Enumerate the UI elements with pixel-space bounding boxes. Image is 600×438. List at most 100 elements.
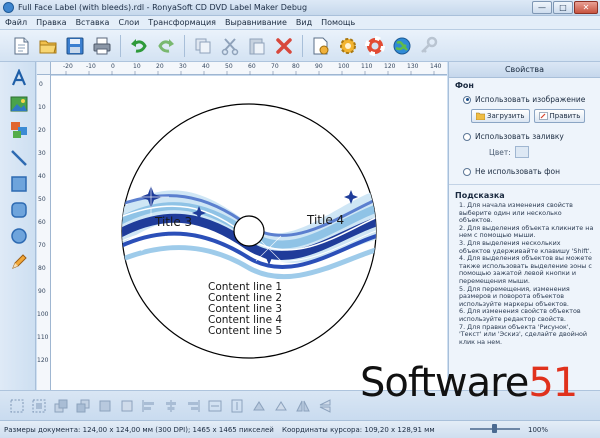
print-button[interactable] <box>91 35 113 57</box>
paste-icon <box>249 38 265 54</box>
ruler-label: 110 <box>37 334 49 341</box>
ruler-label: 0 <box>39 81 43 88</box>
redo-button[interactable] <box>155 35 177 57</box>
menu-insert[interactable]: Вставка <box>76 18 110 27</box>
menu-layers[interactable]: Слои <box>118 18 139 27</box>
window-title: Full Face Label (with bleeds).rdl - Rony… <box>18 3 308 12</box>
cursor-coordinates-status: Координаты курсора: 109,20 x 128,91 мм <box>282 425 435 434</box>
fill-color-swatch[interactable] <box>514 146 529 158</box>
paste-button[interactable] <box>246 35 268 57</box>
pencil-icon <box>12 254 27 269</box>
ellipse-tool[interactable] <box>9 226 29 246</box>
content-lines[interactable]: Content line 1 Content line 2 Content li… <box>208 281 282 337</box>
copy-button[interactable] <box>192 35 214 57</box>
rounded-rectangle-tool[interactable] <box>9 200 29 220</box>
rotate-left-button[interactable] <box>250 397 268 415</box>
menu-transform[interactable]: Трансформация <box>148 18 216 27</box>
bring-front-button[interactable] <box>52 397 70 415</box>
printer-icon <box>93 37 111 54</box>
fit-width-button[interactable] <box>206 397 224 415</box>
delete-icon <box>276 37 292 54</box>
use-image-option[interactable]: Использовать изображение <box>449 93 600 106</box>
color-label: Цвет: <box>489 147 511 157</box>
menu-file[interactable]: Файл <box>5 18 27 27</box>
cut-button[interactable] <box>219 35 241 57</box>
rotate-right-button[interactable] <box>272 397 290 415</box>
ruler-label: 130 <box>407 63 419 70</box>
maximize-button[interactable]: □ <box>553 1 573 14</box>
fit-height-button[interactable] <box>228 397 246 415</box>
hint-item: 6. Для изменения свойств объектов исполь… <box>459 307 581 323</box>
ruler-label: 80 <box>292 63 300 70</box>
send-backward-button[interactable] <box>118 397 136 415</box>
title-3-text[interactable]: Title 3 <box>154 215 192 229</box>
undo-button[interactable] <box>128 35 150 57</box>
save-button[interactable] <box>64 35 86 57</box>
toolbar-separator <box>120 34 121 57</box>
menu-bar: Файл Правка Вставка Слои Трансформация В… <box>0 16 600 30</box>
pencil-tool[interactable] <box>9 252 29 272</box>
image-tool[interactable] <box>9 94 29 114</box>
fit-width-icon <box>208 400 222 411</box>
text-tool[interactable] <box>9 68 29 88</box>
select-group-button[interactable] <box>30 397 48 415</box>
flip-horizontal-button[interactable] <box>294 397 312 415</box>
ruler-label: 20 <box>156 63 164 70</box>
document-properties-button[interactable] <box>310 35 332 57</box>
ruler-label: 10 <box>133 63 141 70</box>
help-button[interactable] <box>364 35 386 57</box>
menu-align[interactable]: Выравнивание <box>225 18 287 27</box>
status-bar: Размеры документа: 124,00 x 124,00 мм (3… <box>0 420 600 438</box>
edit-image-label: Править <box>549 112 581 120</box>
menu-view[interactable]: Вид <box>296 18 312 27</box>
label-canvas[interactable]: Title 3 Title 4 Content line 1 Content l… <box>51 76 447 390</box>
menu-edit[interactable]: Правка <box>36 18 66 27</box>
ruler-label: 50 <box>38 196 46 203</box>
bring-forward-button[interactable] <box>96 397 114 415</box>
send-back-icon <box>76 399 90 412</box>
load-image-label: Загрузить <box>487 112 525 120</box>
disc-label[interactable]: Title 3 Title 4 Content line 1 Content l… <box>51 76 447 390</box>
align-right-button[interactable] <box>184 397 202 415</box>
new-document-button[interactable] <box>10 35 32 57</box>
align-right-icon <box>188 399 200 412</box>
vertical-ruler: 0 10 20 30 40 50 60 70 80 90 100 110 120 <box>37 75 51 390</box>
background-section-title: Фон <box>455 81 474 90</box>
menu-help[interactable]: Помощь <box>321 18 355 27</box>
toolbar-separator <box>302 34 303 57</box>
ruler-label: -10 <box>86 63 96 70</box>
collage-tool[interactable] <box>9 120 29 140</box>
load-image-button[interactable]: Загрузить <box>471 109 530 123</box>
line-tool[interactable] <box>9 148 29 168</box>
hint-item: 3. Для выделения нескольких объектов уде… <box>459 238 592 255</box>
delete-button[interactable] <box>273 35 295 57</box>
no-background-option[interactable]: Не использовать фон <box>449 165 600 178</box>
register-button[interactable] <box>418 35 440 57</box>
align-left-button[interactable] <box>140 397 158 415</box>
key-icon <box>421 36 438 53</box>
work-area[interactable]: -20 -10 0 10 20 30 40 50 60 70 80 90 100… <box>37 62 447 390</box>
minimize-button[interactable]: — <box>532 1 552 14</box>
edit-image-button[interactable]: Править <box>533 109 586 123</box>
select-all-button[interactable] <box>8 397 26 415</box>
use-fill-radio[interactable] <box>463 132 471 141</box>
globe-icon <box>393 37 411 54</box>
rectangle-tool[interactable] <box>9 174 29 194</box>
save-icon <box>66 37 84 54</box>
settings-button[interactable] <box>337 35 359 57</box>
hint-item: 2. Для выделения объекта кликните на нем… <box>459 223 594 240</box>
use-fill-option[interactable]: Использовать заливку <box>449 130 600 143</box>
send-back-button[interactable] <box>74 397 92 415</box>
no-background-radio[interactable] <box>463 167 471 176</box>
website-button[interactable] <box>391 35 413 57</box>
use-image-radio[interactable] <box>463 95 471 104</box>
zoom-slider-handle[interactable] <box>492 424 497 433</box>
flip-vertical-button[interactable] <box>316 397 334 415</box>
close-button[interactable]: ✕ <box>574 1 598 14</box>
align-center-button[interactable] <box>162 397 180 415</box>
open-button[interactable] <box>37 35 59 57</box>
ruler-label: 40 <box>38 173 46 180</box>
zoom-level: 100% <box>528 425 549 434</box>
hint-item: 1. Для начала изменения свойств выберите… <box>459 201 573 225</box>
title-4-text[interactable]: Title 4 <box>306 213 344 227</box>
